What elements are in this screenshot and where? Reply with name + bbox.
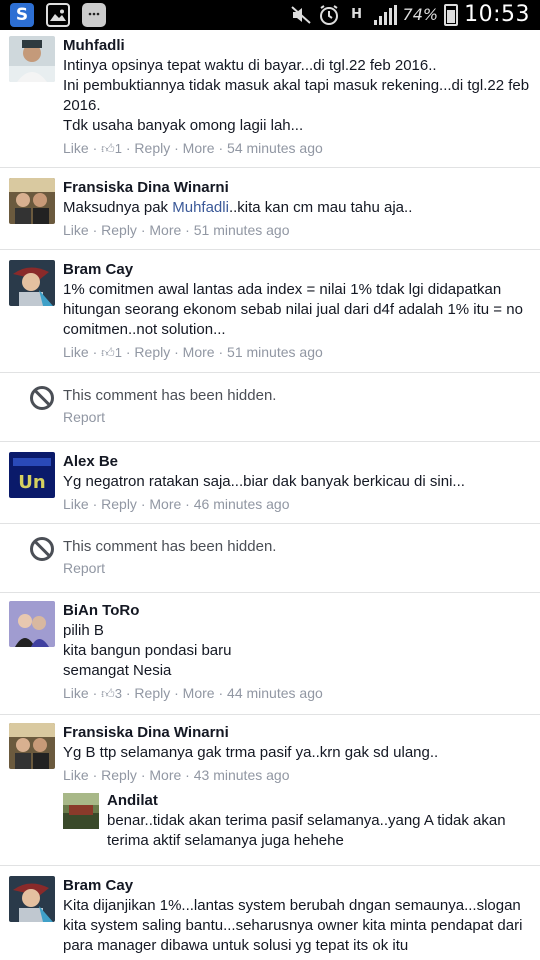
comment-author[interactable]: BiAn ToRo xyxy=(63,601,532,621)
battery-icon xyxy=(444,3,459,26)
like-button[interactable]: Like xyxy=(63,496,89,512)
comment: Un Alex Be Yg negatron ratakan saja...bi… xyxy=(0,442,540,524)
timestamp: 43 minutes ago xyxy=(193,767,290,783)
timestamp: 54 minutes ago xyxy=(227,140,323,156)
avatar[interactable] xyxy=(9,601,55,647)
reply-button[interactable]: Reply xyxy=(134,344,170,360)
like-button[interactable]: Like xyxy=(63,222,89,238)
thumbs-up-icon: 👍︎ xyxy=(101,345,115,360)
hidden-comment-text: This comment has been hidden. xyxy=(63,538,277,555)
gallery-icon xyxy=(46,3,70,27)
comment: BiAn ToRo pilih B kita bangun pondasi ba… xyxy=(0,593,540,715)
avatar[interactable] xyxy=(9,723,55,769)
like-button[interactable]: Like xyxy=(63,685,89,701)
comment-text: pilih B kita bangun pondasi baru semanga… xyxy=(63,622,232,679)
avatar[interactable] xyxy=(63,793,99,829)
hidden-comment: This comment has been hidden. Report xyxy=(0,373,540,442)
alarm-icon xyxy=(318,3,340,27)
more-button[interactable]: More xyxy=(149,767,181,783)
battery-percent: 74% xyxy=(402,5,439,24)
clock: 10:53 xyxy=(464,2,530,27)
chat-icon xyxy=(82,3,106,27)
timestamp: 51 minutes ago xyxy=(227,344,323,360)
timestamp: 51 minutes ago xyxy=(193,222,290,238)
reply-author[interactable]: Andilat xyxy=(107,791,532,811)
reply-button[interactable]: Reply xyxy=(101,496,137,512)
comment-text: Kita dijanjikan 1%...lantas system berub… xyxy=(63,897,523,954)
thumbs-up-icon: 👍︎ xyxy=(101,141,115,156)
svg-text:Un: Un xyxy=(18,472,45,493)
reply-button[interactable]: Reply xyxy=(101,767,137,783)
hidden-icon xyxy=(30,386,54,410)
report-link[interactable]: Report xyxy=(63,409,105,425)
comment-author[interactable]: Fransiska Dina Winarni xyxy=(63,178,532,198)
hidden-comment: This comment has been hidden. Report xyxy=(0,524,540,593)
reply-button[interactable]: Reply xyxy=(134,685,170,701)
like-button[interactable]: Like xyxy=(63,344,89,360)
more-button[interactable]: More xyxy=(183,140,215,156)
signal-icon xyxy=(373,4,397,25)
network-type-icon: H xyxy=(351,7,362,22)
comment: Fransiska Dina Winarni Maksudnya pak Muh… xyxy=(0,168,540,250)
hidden-icon xyxy=(30,537,54,561)
comment-text: Yg B ttp selamanya gak trma pasif ya..kr… xyxy=(63,744,439,761)
avatar[interactable]: Un xyxy=(9,452,55,498)
like-button[interactable]: Like xyxy=(63,767,89,783)
like-count[interactable]: 👍︎1 xyxy=(101,343,122,363)
comment-actions: Like · Reply · More · 51 minutes ago xyxy=(63,222,290,238)
avatar[interactable] xyxy=(9,178,55,224)
comment-text: Maksudnya pak Muhfadli..kita kan cm mau … xyxy=(63,199,413,216)
comment-author[interactable]: Muhfadli xyxy=(63,36,532,56)
comment: Fransiska Dina Winarni Yg B ttp selamany… xyxy=(0,715,540,866)
more-button[interactable]: More xyxy=(183,685,215,701)
comment-text: 1% comitmen awal lantas ada index = nila… xyxy=(63,281,523,338)
like-count[interactable]: 👍︎3 xyxy=(101,684,122,704)
comment-author[interactable]: Bram Cay xyxy=(63,260,532,280)
comment-text: Intinya opsinya tepat waktu di bayar...d… xyxy=(63,57,530,134)
comment-author[interactable]: Bram Cay xyxy=(63,876,532,896)
comment: Bram Cay Kita dijanjikan 1%...lantas sys… xyxy=(0,866,540,960)
comment-actions: Like · 👍︎1 · Reply · More · 51 minutes a… xyxy=(63,342,532,363)
comment-actions: Like · 👍︎3 · Reply · More · 44 minutes a… xyxy=(63,683,532,704)
comment-author[interactable]: Alex Be xyxy=(63,452,532,472)
reply-button[interactable]: Reply xyxy=(101,222,137,238)
like-count[interactable]: 👍︎1 xyxy=(101,139,122,159)
comment-author[interactable]: Fransiska Dina Winarni xyxy=(63,723,532,743)
reply-text: benar..tidak akan terima pasif selamanya… xyxy=(107,812,506,849)
more-button[interactable]: More xyxy=(149,222,181,238)
mute-icon xyxy=(290,3,312,27)
comment: Bram Cay 1% comitmen awal lantas ada ind… xyxy=(0,250,540,373)
comment-actions: Like · 👍︎1 · Reply · More · 54 minutes a… xyxy=(63,138,532,159)
mention-link[interactable]: Muhfadli xyxy=(172,199,229,216)
status-bar: S H 74% 10:53 xyxy=(0,0,540,30)
comment-actions: Like · Reply · More · 43 minutes ago xyxy=(63,767,290,783)
more-button[interactable]: More xyxy=(183,344,215,360)
skype-icon: S xyxy=(10,3,34,27)
timestamp: 46 minutes ago xyxy=(193,496,290,512)
reply-button[interactable]: Reply xyxy=(134,140,170,156)
comment-actions: Like · Reply · More · 46 minutes ago xyxy=(63,496,290,512)
hidden-comment-text: This comment has been hidden. xyxy=(63,387,277,404)
comment-text: Yg negatron ratakan saja...biar dak bany… xyxy=(63,473,465,490)
avatar[interactable] xyxy=(9,36,55,82)
comment: Muhfadli Intinya opsinya tepat waktu di … xyxy=(0,30,540,168)
thumbs-up-icon: 👍︎ xyxy=(101,686,115,701)
report-link[interactable]: Report xyxy=(63,560,105,576)
timestamp: 44 minutes ago xyxy=(227,685,323,701)
like-button[interactable]: Like xyxy=(63,140,89,156)
more-button[interactable]: More xyxy=(149,496,181,512)
avatar[interactable] xyxy=(9,876,55,922)
avatar[interactable] xyxy=(9,260,55,306)
